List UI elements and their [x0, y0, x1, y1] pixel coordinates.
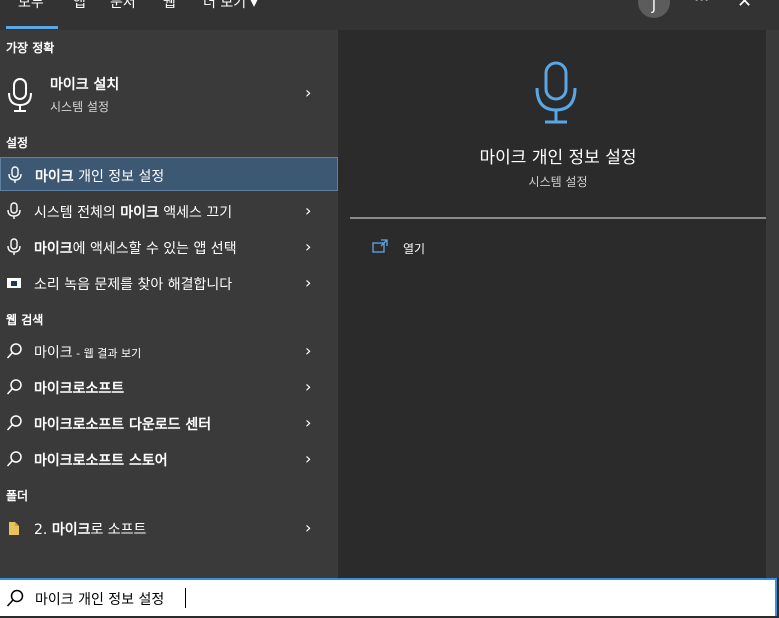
search-icon — [6, 415, 22, 431]
tab-apps[interactable]: 앱 — [73, 0, 86, 12]
chevron-right-icon[interactable]: › — [305, 341, 311, 360]
search-box[interactable] — [0, 578, 777, 616]
web-item-label: 마이크로소프트 스토어 — [34, 453, 168, 469]
microphone-icon — [535, 61, 577, 124]
settings-item-label: 시스템 전체의 마이크 액세스 끄기 — [34, 205, 233, 221]
search-icon — [6, 589, 24, 607]
preview-divider — [350, 217, 766, 219]
tab-all[interactable]: 모두 — [18, 0, 44, 12]
tab-web[interactable]: 웹 — [163, 0, 176, 12]
web-item-mic[interactable]: 마이크 - 웹 결과 보기 › — [0, 333, 338, 369]
settings-item-mic-access-off[interactable]: 시스템 전체의 마이크 액세스 끄기 › — [0, 193, 338, 229]
chevron-right-icon[interactable]: › — [305, 377, 311, 396]
settings-item-label: 소리 녹음 문제를 찾아 해결합니다 — [34, 277, 233, 293]
best-match-title: 마이크 설치 — [50, 77, 120, 93]
section-best-match: 가장 정확 — [6, 41, 55, 55]
web-item-label: 마이크로소프트 — [34, 381, 125, 397]
settings-item-mic-app-select[interactable]: 마이크에 액세스할 수 있는 앱 선택 › — [0, 229, 338, 265]
web-item-microsoft-download-center[interactable]: 마이크로소프트 다운로드 센터 › — [0, 405, 338, 441]
chevron-right-icon[interactable]: › — [305, 449, 311, 468]
settings-item-label: 마이크 개인 정보 설정 — [35, 169, 165, 185]
tab-more[interactable]: 더 보기 ▾ — [203, 0, 258, 12]
section-web-search: 웹 검색 — [6, 313, 44, 327]
microphone-icon — [8, 166, 22, 183]
web-item-microsoft-store[interactable]: 마이크로소프트 스토어 › — [0, 441, 338, 477]
chevron-right-icon[interactable]: › — [305, 273, 311, 292]
search-input[interactable] — [33, 585, 737, 613]
section-folders: 폴더 — [6, 489, 29, 503]
best-match-subtitle: 시스템 설정 — [50, 100, 110, 114]
chevron-right-icon[interactable]: › — [305, 518, 311, 537]
search-tabs-bar: 모두 앱 문서 웹 더 보기 ▾ J ··· ✕ — [0, 0, 779, 30]
troubleshoot-icon — [7, 278, 21, 288]
section-settings: 설정 — [6, 136, 29, 150]
folder-icon — [9, 522, 19, 535]
search-icon — [6, 379, 22, 395]
web-item-label: 마이크로소프트 다운로드 센터 — [34, 417, 212, 433]
microphone-icon — [7, 202, 21, 219]
chevron-right-icon[interactable]: › — [305, 201, 311, 220]
pane-edge — [766, 30, 779, 578]
microphone-icon — [7, 238, 21, 255]
settings-item-label: 마이크에 액세스할 수 있는 앱 선택 — [34, 241, 237, 257]
settings-item-mic-privacy[interactable]: 마이크 개인 정보 설정 — [0, 157, 338, 191]
search-icon — [6, 451, 22, 467]
settings-item-troubleshoot-recording[interactable]: 소리 녹음 문제를 찾아 해결합니다 › — [0, 265, 338, 301]
windows-search-panel: 모두 앱 문서 웹 더 보기 ▾ J ··· ✕ 가장 정확 마이크 설치 시스… — [0, 0, 779, 618]
open-external-icon — [372, 239, 388, 253]
tab-documents[interactable]: 문서 — [110, 0, 136, 12]
preview-subtitle: 시스템 설정 — [528, 175, 588, 189]
web-item-microsoft[interactable]: 마이크로소프트 › — [0, 369, 338, 405]
close-icon[interactable]: ✕ — [737, 0, 752, 12]
web-item-label: 마이크 - 웹 결과 보기 — [34, 345, 142, 361]
account-avatar[interactable]: J — [638, 0, 670, 18]
active-tab-indicator — [6, 26, 58, 29]
folder-item-label: 2. 마이크로 소프트 — [34, 522, 147, 538]
more-options-icon[interactable]: ··· — [694, 0, 709, 9]
microphone-icon — [8, 78, 32, 112]
text-caret — [185, 588, 186, 608]
best-match-item[interactable]: 마이크 설치 시스템 설정 › — [0, 67, 338, 123]
chevron-right-icon[interactable]: › — [305, 237, 311, 256]
chevron-right-icon[interactable]: › — [305, 83, 311, 102]
search-icon — [6, 343, 22, 359]
folder-item[interactable]: 2. 마이크로 소프트 › — [0, 510, 338, 546]
open-label: 열기 — [403, 242, 426, 256]
preview-title: 마이크 개인 정보 설정 — [479, 148, 637, 168]
chevron-right-icon[interactable]: › — [305, 413, 311, 432]
preview-pane: 마이크 개인 정보 설정 시스템 설정 열기 — [350, 42, 766, 578]
results-list: 가장 정확 마이크 설치 시스템 설정 › 설정 마이크 개인 정보 설정 시스… — [0, 30, 338, 578]
